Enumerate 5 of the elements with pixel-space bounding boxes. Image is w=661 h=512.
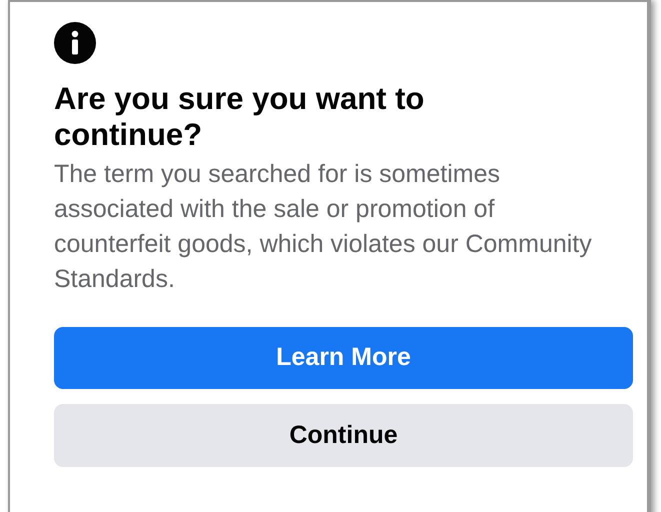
primary-button[interactable]: Learn More [54,327,633,389]
dialog-title: Are you sure you want to continue? [54,81,426,153]
secondary-button[interactable]: Continue [54,404,633,467]
info-icon [54,22,96,64]
dialog-message: The term you searched for is sometimes associated with the sale or promotion of counterfeit goods, which violates our Community Standards. [54,159,593,295]
